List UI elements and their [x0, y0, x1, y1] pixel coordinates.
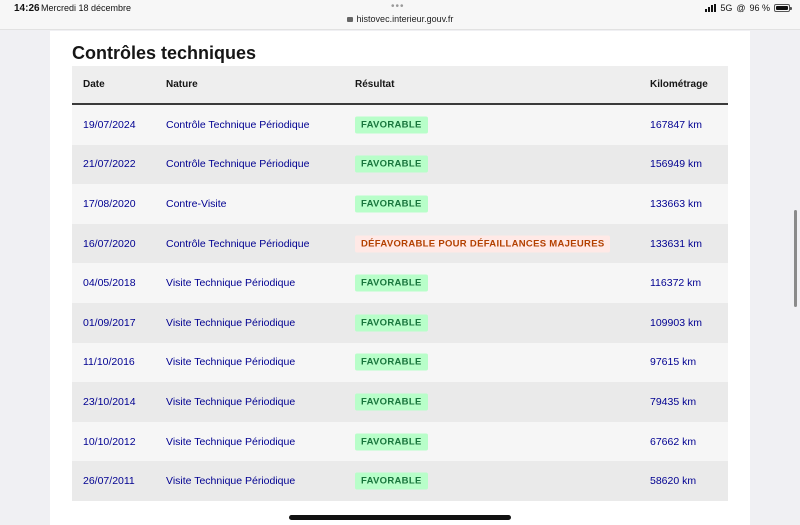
home-indicator[interactable] [289, 515, 511, 520]
status-badge: FAVORABLE [355, 353, 428, 371]
cell-nature: Visite Technique Périodique [166, 395, 296, 408]
cell-nature: Visite Technique Périodique [166, 316, 296, 329]
page-title: Contrôles techniques [72, 43, 257, 63]
table-header: Date Nature Résultat Kilométrage [72, 66, 728, 105]
technical-controls-table: Date Nature Résultat Kilométrage 19/07/2… [72, 66, 728, 501]
cell-nature: Visite Technique Périodique [166, 356, 296, 369]
header-km: Kilométrage [650, 79, 708, 90]
cell-result: FAVORABLE [355, 393, 428, 411]
cell-date: 23/10/2014 [83, 395, 136, 408]
cell-result: FAVORABLE [355, 195, 428, 213]
address-url: histovec.interieur.gouv.fr [356, 14, 454, 24]
cell-date: 04/05/2018 [83, 277, 136, 290]
table-row: 01/09/2017 Visite Technique Périodique FAV… [72, 302, 728, 343]
cell-km: 58620 km [650, 475, 697, 488]
location-icon: @ [736, 3, 746, 13]
lock-icon [346, 17, 353, 22]
cell-nature: Contrôle Technique Périodique [166, 158, 310, 171]
status-badge: FAVORABLE [355, 116, 428, 134]
table-row: 10/10/2012 Visite Technique Périodique FAV… [72, 421, 728, 462]
cell-km: 67662 km [650, 435, 697, 448]
status-badge: FAVORABLE [355, 393, 428, 411]
cell-date: 21/07/2022 [83, 158, 136, 171]
status-badge: FAVORABLE [355, 433, 428, 451]
cell-date: 16/07/2020 [83, 237, 136, 250]
cell-result: FAVORABLE [355, 155, 428, 173]
cell-result: FAVORABLE [355, 116, 428, 134]
cell-km: 109903 km [650, 316, 702, 329]
cell-km: 156949 km [650, 158, 702, 171]
table-row: 04/05/2018 Visite Technique Périodique FAV… [72, 263, 728, 303]
header-result: Résultat [355, 79, 395, 90]
status-badge: FAVORABLE [355, 472, 428, 490]
header-nature: Nature [166, 79, 198, 90]
signal-icon [705, 4, 717, 12]
status-bar: 14:26 Mercredi 18 décembre ••• histovec.… [0, 0, 800, 30]
table-row: 23/10/2014 Visite Technique Périodique FAV… [72, 382, 728, 422]
status-badge: FAVORABLE [355, 274, 428, 292]
cell-date: 26/07/2011 [83, 475, 135, 488]
address-bar[interactable]: histovec.interieur.gouv.fr [0, 14, 800, 24]
cell-km: 79435 km [650, 395, 697, 408]
table-row: 17/08/2020 Contre-Visite FAVORABLE 133663 k… [72, 184, 728, 224]
cell-date: 19/07/2024 [83, 118, 136, 131]
status-date: Mercredi 18 décembre [41, 3, 132, 13]
battery-icon [774, 4, 792, 12]
cell-nature: Visite Technique Périodique [166, 435, 296, 448]
status-badge: DÉFAVORABLE POUR DÉFAILLANCES MAJEURES [355, 235, 611, 253]
battery-label: 96 % [749, 3, 770, 13]
status-indicators: 5G @ 96 % [705, 3, 792, 13]
status-badge: FAVORABLE [355, 155, 428, 173]
cell-km: 167847 km [650, 118, 702, 131]
cell-nature: Visite Technique Périodique [166, 277, 296, 290]
cell-nature: Visite Technique Périodique [166, 475, 296, 488]
cell-result: FAVORABLE [355, 353, 428, 371]
cell-result: FAVORABLE [355, 314, 428, 332]
cell-km: 133631 km [650, 237, 702, 250]
cell-km: 133663 km [650, 197, 702, 210]
scrollbar[interactable] [794, 210, 797, 307]
status-badge: FAVORABLE [355, 314, 428, 332]
cell-date: 11/10/2016 [83, 356, 135, 369]
table-body: 19/07/2024 Contrôle Technique Périodique F… [72, 105, 728, 501]
cell-km: 116372 km [650, 277, 702, 290]
cell-result: FAVORABLE [355, 433, 428, 451]
cell-km: 97615 km [650, 356, 697, 369]
network-label: 5G [720, 3, 733, 13]
cell-nature: Contre-Visite [166, 197, 227, 210]
table-row: 11/10/2016 Visite Technique Périodique FAV… [72, 342, 728, 383]
cell-date: 10/10/2012 [83, 435, 136, 448]
table-row: 19/07/2024 Contrôle Technique Périodique F… [72, 105, 728, 145]
table-row: 21/07/2022 Contrôle Technique Périodique F… [72, 144, 728, 185]
cell-date: 17/08/2020 [83, 197, 136, 210]
table-row: 26/07/2011 Visite Technique Périodique FAV… [72, 461, 728, 501]
cell-result: DÉFAVORABLE POUR DÉFAILLANCES MAJEURES [355, 235, 611, 253]
table-row: 16/07/2020 Contrôle Technique Périodique D… [72, 223, 728, 264]
cell-result: FAVORABLE [355, 472, 428, 490]
header-date: Date [83, 79, 105, 90]
cell-nature: Contrôle Technique Périodique [166, 237, 310, 250]
cell-nature: Contrôle Technique Périodique [166, 118, 310, 131]
status-badge: FAVORABLE [355, 195, 428, 213]
cell-result: FAVORABLE [355, 274, 428, 292]
cell-date: 01/09/2017 [83, 316, 136, 329]
status-time: 14:26 [14, 3, 40, 14]
more-dots-icon[interactable]: ••• [391, 1, 405, 12]
battery-fill [776, 6, 788, 10]
